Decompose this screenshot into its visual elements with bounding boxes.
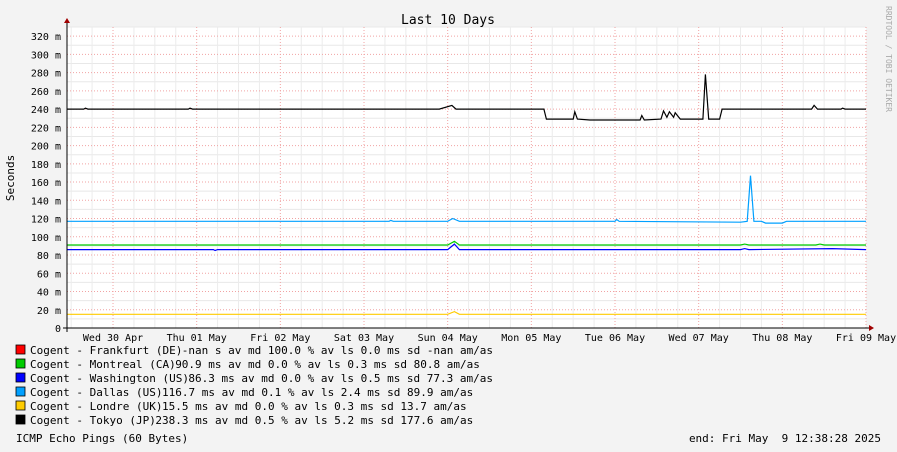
x-tick-label: Wed 30 Apr <box>83 333 143 344</box>
legend-swatch <box>15 358 26 369</box>
x-axis-arrow <box>869 325 874 331</box>
x-tick-label: Sun 04 May <box>418 333 478 344</box>
y-axis-label: Seconds <box>4 155 17 201</box>
legend-series-stats: 15.5 ms av md 0.0 % av ls 0.3 ms sd 13.7… <box>162 400 467 413</box>
y-tick-label: 180 m <box>31 160 61 171</box>
y-tick-label: 160 m <box>31 178 61 189</box>
legend-series-stats: 238.3 ms av md 0.5 % av ls 5.2 ms sd 177… <box>155 414 473 427</box>
y-tick-label: 200 m <box>31 142 61 153</box>
legend-series-stats: -nan s av md 100.0 % av ls 0.0 ms sd -na… <box>182 344 493 357</box>
legend-series-stats: 86.3 ms av md 0.0 % av ls 0.5 ms sd 77.3… <box>188 372 493 385</box>
legend-swatch <box>15 372 26 383</box>
y-tick-label: 60 m <box>37 269 61 280</box>
legend: Cogent - Frankfurt (DE) -nan s av md 100… <box>15 344 493 427</box>
legend-series-name: Cogent - Frankfurt (DE) <box>30 344 182 357</box>
legend-swatch <box>15 386 26 397</box>
y-tick-label: 80 m <box>37 251 61 262</box>
y-tick-label: 220 m <box>31 123 61 134</box>
y-tick-label: 240 m <box>31 105 61 116</box>
y-tick-label: 140 m <box>31 196 61 207</box>
y-tick-label: 120 m <box>31 215 61 226</box>
legend-series-name: Cogent - Tokyo (JP) <box>30 414 156 427</box>
legend-series-name: Cogent - Montreal (CA) <box>30 358 176 371</box>
x-tick-label: Fri 02 May <box>250 333 310 344</box>
x-tick-label: Sat 03 May <box>334 333 394 344</box>
legend-series-stats: 116.7 ms av md 0.1 % av ls 2.4 ms sd 89.… <box>162 386 473 399</box>
x-tick-label: Tue 06 May <box>585 333 645 344</box>
y-tick-label: 300 m <box>31 50 61 61</box>
y-axis-arrow <box>64 18 70 23</box>
x-tick-label: Fri 09 May <box>836 333 896 344</box>
legend-swatch <box>15 414 26 425</box>
y-tick-label: 320 m <box>31 32 61 43</box>
footer-left: ICMP Echo Pings (60 Bytes) <box>16 432 188 445</box>
watermark: RRDTOOL / TOBI OETIKER <box>884 6 893 112</box>
y-tick-label: 100 m <box>31 233 61 244</box>
legend-swatch <box>15 344 26 355</box>
chart-title: Last 10 Days <box>401 13 495 28</box>
legend-series-name: Cogent - Dallas (US) <box>30 386 162 399</box>
footer-right: end: Fri May 9 12:38:28 2025 <box>689 432 881 445</box>
y-tick-label: 280 m <box>31 69 61 80</box>
x-tick-label: Thu 01 May <box>167 333 227 344</box>
chart: 0 20 m 40 m 60 m 80 m 100 m 120 m 140 m 160 m 180… <box>4 6 896 445</box>
legend-series-name: Cogent - Londre (UK) <box>30 400 162 413</box>
y-tick-label: 0 <box>55 324 61 335</box>
y-tick-label: 20 m <box>37 306 61 317</box>
x-tick-label: Mon 05 May <box>501 333 561 344</box>
y-tick-label: 260 m <box>31 87 61 98</box>
legend-swatch <box>15 400 26 411</box>
legend-series-name: Cogent - Washington (US) <box>30 372 189 385</box>
y-tick-label: 40 m <box>37 288 61 299</box>
x-tick-label: Wed 07 May <box>669 333 729 344</box>
legend-series-stats: 90.9 ms av md 0.0 % av ls 0.3 ms sd 80.8… <box>175 358 480 371</box>
x-tick-label: Thu 08 May <box>752 333 812 344</box>
